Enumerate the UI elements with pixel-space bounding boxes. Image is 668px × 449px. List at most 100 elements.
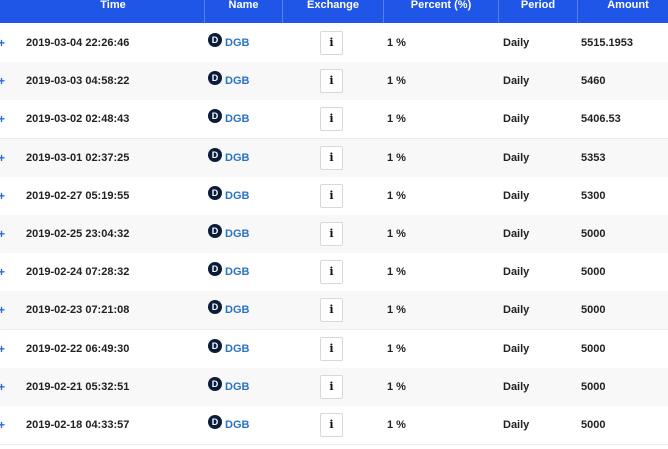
expand-row-icon[interactable]: + (0, 253, 5, 291)
expand-row-icon[interactable]: + (0, 24, 5, 62)
digibyte-coin-icon: D (208, 224, 222, 238)
table-row[interactable]: +2019-02-22 06:49:30 D DGB i 1 % Daily 5000 (0, 329, 668, 369)
table-row[interactable]: +2019-03-04 22:26:46 D DGB i 1 % Daily 5515.19… (0, 24, 668, 63)
exchange-info-button[interactable]: i (320, 107, 343, 132)
exchange-info-button[interactable]: i (320, 298, 343, 323)
row-percent: 1 % (387, 113, 406, 126)
exchange-info-button[interactable]: i (320, 31, 343, 55)
row-percent: 1 % (387, 75, 406, 88)
row-period: Daily (503, 75, 530, 88)
header-period[interactable]: Period (499, 0, 577, 17)
row-time: 2019-03-01 02:37:25 (26, 151, 130, 164)
header-exchange[interactable]: Exchange (283, 0, 383, 17)
exchange-info-button[interactable]: i (320, 413, 343, 437)
row-time: 2019-03-04 22:26:46 (26, 37, 130, 49)
row-coin-name[interactable]: DGB (225, 100, 249, 138)
row-period: Daily (503, 380, 530, 393)
row-time: 2019-03-02 02:48:43 (26, 113, 130, 126)
digibyte-coin-icon: D (208, 71, 222, 86)
row-time: 2019-02-24 07:28:32 (26, 266, 130, 279)
row-coin-name[interactable]: DGB (225, 253, 249, 291)
row-amount: 5300 (581, 189, 606, 202)
row-percent: 1 % (387, 37, 406, 49)
row-coin-name[interactable]: DGB (225, 291, 249, 329)
table-row[interactable]: +2019-02-23 07:21:08 D DGB i 1 % Daily 5000 (0, 291, 668, 331)
header-time[interactable]: Time (22, 0, 204, 17)
table-row[interactable]: +2019-02-18 04:33:57 D DGB i 1 % Daily 5000 (0, 406, 668, 445)
expand-row-icon[interactable]: + (0, 139, 5, 177)
row-period: Daily (503, 151, 530, 164)
row-coin-name[interactable]: DGB (225, 24, 249, 62)
row-amount: 5000 (581, 266, 606, 279)
expand-row-icon[interactable]: + (0, 330, 5, 368)
row-period: Daily (503, 113, 530, 126)
digibyte-coin-icon: D (208, 33, 222, 47)
row-coin-name[interactable]: DGB (225, 177, 249, 215)
expand-row-icon[interactable]: + (0, 100, 5, 138)
expand-row-icon[interactable]: + (0, 215, 5, 253)
table-row[interactable]: +2019-02-25 23:04:32 D DGB i 1 % Daily 5000 (0, 215, 668, 254)
row-percent: 1 % (387, 228, 406, 240)
digibyte-coin-icon: D (208, 262, 222, 277)
row-time: 2019-03-03 04:58:22 (26, 75, 130, 88)
row-amount: 5000 (581, 228, 606, 240)
row-coin-name[interactable]: DGB (225, 215, 249, 253)
digibyte-coin-icon: D (208, 147, 222, 162)
row-time: 2019-02-27 05:19:55 (26, 189, 130, 202)
row-time: 2019-02-25 23:04:32 (26, 228, 130, 240)
expand-row-icon[interactable]: + (0, 177, 5, 215)
digibyte-coin-icon: D (208, 185, 222, 200)
table-header: Time Name Exchange Percent (%) Period Am… (0, 0, 668, 23)
row-amount: 5515.1953 (581, 37, 633, 49)
row-coin-name[interactable]: DGB (225, 62, 249, 100)
row-percent: 1 % (387, 151, 406, 164)
expand-row-icon[interactable]: + (0, 406, 5, 444)
table-row[interactable]: +2019-02-27 05:19:55 D DGB i 1 % Daily 5300 (0, 176, 668, 216)
row-amount: 5353 (581, 151, 606, 164)
row-amount: 5000 (581, 419, 606, 431)
row-period: Daily (503, 304, 530, 317)
table-row[interactable]: +2019-03-01 02:37:25 D DGB i 1 % Daily 5353 (0, 138, 668, 178)
exchange-info-button[interactable]: i (320, 374, 343, 399)
expand-row-icon[interactable]: + (0, 62, 5, 100)
row-time: 2019-02-22 06:49:30 (26, 342, 130, 355)
exchange-info-button[interactable]: i (320, 69, 343, 94)
table-row[interactable]: +2019-03-03 04:58:22 D DGB i 1 % Daily 5460 (0, 62, 668, 102)
row-percent: 1 % (387, 266, 406, 279)
table-row[interactable]: +2019-02-24 07:28:32 D DGB i 1 % Daily 5000 (0, 253, 668, 293)
row-percent: 1 % (387, 342, 406, 355)
row-amount: 5000 (581, 342, 606, 355)
row-percent: 1 % (387, 304, 406, 317)
row-coin-name[interactable]: DGB (225, 139, 249, 177)
row-period: Daily (503, 266, 530, 279)
row-coin-name[interactable]: DGB (225, 330, 249, 368)
row-time: 2019-02-18 04:33:57 (26, 419, 130, 431)
row-period: Daily (503, 189, 530, 202)
exchange-info-button[interactable]: i (320, 183, 343, 208)
exchange-info-button[interactable]: i (320, 260, 343, 285)
expand-row-icon[interactable]: + (0, 368, 5, 406)
digibyte-coin-icon: D (208, 109, 222, 124)
row-percent: 1 % (387, 189, 406, 202)
header-name[interactable]: Name (205, 0, 282, 17)
exchange-info-button[interactable]: i (320, 336, 343, 361)
row-coin-name[interactable]: DGB (225, 368, 249, 406)
header-percent[interactable]: Percent (%) (384, 0, 498, 17)
row-time: 2019-02-21 05:32:51 (26, 380, 130, 393)
exchange-info-button[interactable]: i (320, 222, 343, 246)
digibyte-coin-icon: D (208, 376, 222, 391)
row-amount: 5406.53 (581, 113, 621, 126)
row-period: Daily (503, 342, 530, 355)
table-row[interactable]: +2019-02-21 05:32:51 D DGB i 1 % Daily 5000 (0, 367, 668, 407)
row-percent: 1 % (387, 380, 406, 393)
row-coin-name[interactable]: DGB (225, 406, 249, 444)
header-amount[interactable]: Amount (578, 0, 668, 17)
row-amount: 5000 (581, 304, 606, 317)
exchange-info-button[interactable]: i (320, 145, 343, 170)
row-amount: 5000 (581, 380, 606, 393)
row-period: Daily (503, 419, 530, 431)
expand-row-icon[interactable]: + (0, 291, 5, 329)
row-percent: 1 % (387, 419, 406, 431)
row-period: Daily (503, 37, 530, 49)
table-row[interactable]: +2019-03-02 02:48:43 D DGB i 1 % Daily 5406.53 (0, 100, 668, 140)
